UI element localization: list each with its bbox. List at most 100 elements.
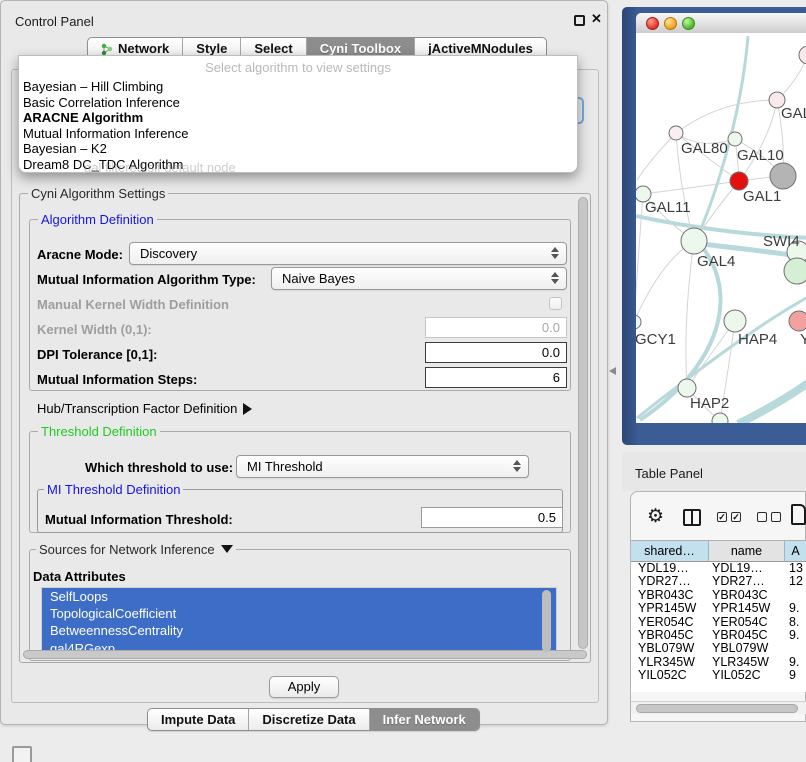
table-horizontal-scrollbar[interactable] xyxy=(631,701,806,714)
node-label-gal4: GAL4 xyxy=(697,253,735,270)
mi-steps-field[interactable]: 6 xyxy=(425,367,567,388)
tab-infer-network[interactable]: Infer Network xyxy=(370,709,479,730)
table-cell: YBR043C xyxy=(631,589,709,602)
network-edge[interactable] xyxy=(686,241,694,388)
node-label-y: Y xyxy=(800,331,806,348)
node-label-gal10: GAL10 xyxy=(737,147,784,164)
network-node[interactable] xyxy=(784,258,806,284)
network-edge[interactable] xyxy=(738,380,806,423)
document-icon[interactable] xyxy=(791,504,806,525)
column-header-name[interactable]: name xyxy=(709,540,785,562)
network-node-gal10[interactable] xyxy=(728,132,742,146)
network-node-gal4[interactable] xyxy=(681,228,707,254)
table-header-row: shared…nameA xyxy=(631,540,806,562)
data-attributes-list: SelfLoopsTopologicalCoefficientBetweenne… xyxy=(41,587,557,656)
network-edge[interactable] xyxy=(637,133,676,180)
table-row[interactable]: YDR27…YDR27…12 xyxy=(631,575,806,588)
table-row[interactable]: YPR145WYPR145W9. xyxy=(631,602,806,615)
network-node-y[interactable] xyxy=(789,311,806,331)
pane-divider-arrow-icon[interactable] xyxy=(609,367,616,375)
mac-minimize-button[interactable] xyxy=(664,17,677,30)
table-scrollbar-thumb[interactable] xyxy=(636,704,798,713)
network-node[interactable] xyxy=(712,413,728,423)
network-edge[interactable] xyxy=(739,100,777,181)
kernel-width-field[interactable]: 0.0 xyxy=(425,317,567,338)
dpi-tolerance-field[interactable]: 0.0 xyxy=(425,342,567,363)
table-panel-title: Table Panel xyxy=(635,466,703,481)
network-node-gal80[interactable] xyxy=(669,126,683,140)
select-all-columns-icon[interactable]: ✓ ✓ xyxy=(717,512,741,522)
table-cell: YLR345W xyxy=(709,656,785,669)
table-row[interactable]: YBR043CYBR043C xyxy=(631,589,806,602)
attribute-item-selfloops[interactable]: SelfLoops xyxy=(42,588,556,605)
network-node[interactable] xyxy=(770,163,796,189)
hub-factor-expander[interactable]: Hub/Transcription Factor Definition xyxy=(37,401,252,416)
network-edge[interactable] xyxy=(643,181,739,194)
node-label-gal11: GAL11 xyxy=(645,199,691,216)
apply-button[interactable]: Apply xyxy=(269,676,339,698)
attribute-list-scrollbar[interactable] xyxy=(542,590,551,652)
aracne-mode-combo[interactable]: Discovery xyxy=(129,242,567,265)
table-cell: YIL052C xyxy=(631,669,709,682)
network-node-hap4[interactable] xyxy=(724,310,746,332)
mac-zoom-button[interactable] xyxy=(682,17,695,30)
network-window-titlebar[interactable] xyxy=(636,13,806,34)
minimized-window-icon[interactable] xyxy=(12,746,32,762)
network-edge[interactable] xyxy=(676,100,777,133)
algorithm-option-basic-correlation-inference[interactable]: Basic Correlation Inference xyxy=(21,95,575,111)
column-header-a[interactable]: A xyxy=(785,540,806,562)
column-header-shared[interactable]: shared… xyxy=(631,540,709,562)
table-row[interactable]: YIL052CYIL052C9 xyxy=(631,669,806,682)
unchecked-box-icon xyxy=(757,512,767,522)
settings-horizontal-scrollbar[interactable] xyxy=(23,650,587,659)
network-canvas[interactable]: GALGAL80GAL10GAL1GAL11SWI4GAL4GCY1HAP4YH… xyxy=(636,33,806,423)
algorithm-option-bayesian-hill-climbing[interactable]: Bayesian – Hill Climbing xyxy=(21,79,575,95)
node-label-gal1: GAL1 xyxy=(743,188,781,205)
table-cell: 9. xyxy=(785,629,806,642)
manual-kernel-checkbox[interactable] xyxy=(549,297,562,310)
network-graph[interactable]: GALGAL80GAL10GAL1GAL11SWI4GAL4GCY1HAP4YH… xyxy=(636,33,806,423)
algorithm-option-dream8-dc-tdc-algorithm[interactable]: Dream8 DC_TDC Algorithm xyxy=(21,157,575,173)
table-row[interactable]: YBR045CYBR045C9. xyxy=(631,629,806,642)
network-node[interactable] xyxy=(799,46,806,64)
tab-jactivemnodules-label: jActiveMNodules xyxy=(428,41,533,56)
kernel-width-label: Kernel Width (0,1): xyxy=(37,322,152,337)
network-edge[interactable] xyxy=(636,194,643,322)
attribute-item-betweennesscentrality[interactable]: BetweennessCentrality xyxy=(42,622,556,639)
algorithm-option-mutual-information-inference[interactable]: Mutual Information Inference xyxy=(21,126,575,142)
network-edge[interactable] xyxy=(636,241,694,322)
mi-threshold-field[interactable]: 0.5 xyxy=(421,507,563,528)
table-cell: YPR145W xyxy=(631,602,709,615)
mi-threshold-group-title: MI Threshold Definition xyxy=(44,482,183,497)
network-edge[interactable] xyxy=(687,321,735,388)
table-cell: YIL052C xyxy=(709,669,785,682)
table-row[interactable]: YDL19…YDL19…13 xyxy=(631,562,806,575)
tab-discretize-data[interactable]: Discretize Data xyxy=(249,709,369,730)
sources-group-header[interactable]: Sources for Network Inference xyxy=(36,542,236,557)
split-columns-icon[interactable] xyxy=(683,509,701,526)
attribute-item-topologicalcoefficient[interactable]: TopologicalCoefficient xyxy=(42,605,556,622)
which-threshold-combo[interactable]: MI Threshold xyxy=(236,455,529,478)
table-cell: 12 xyxy=(785,575,806,588)
aracne-mode-label: Aracne Mode: xyxy=(37,247,123,262)
table-row[interactable]: YER054CYER054C8. xyxy=(631,616,806,629)
network-node-gcy1[interactable] xyxy=(636,315,641,329)
mac-close-button[interactable] xyxy=(646,17,659,30)
settings-vertical-scrollbar[interactable] xyxy=(578,197,588,649)
table-panel-titlebar: Table Panel xyxy=(622,452,806,491)
table-row[interactable]: YLR345WYLR345W9. xyxy=(631,656,806,669)
mi-type-combo[interactable]: Naive Bayes xyxy=(271,267,567,290)
table-cell: YLR345W xyxy=(631,656,709,669)
tab-style-label: Style xyxy=(196,41,227,56)
tab-discretize-data-label: Discretize Data xyxy=(262,712,355,727)
table-row[interactable]: YBL079WYBL079W xyxy=(631,642,806,655)
gear-icon[interactable]: ⚙ xyxy=(647,507,664,526)
close-window-icon[interactable]: ✕ xyxy=(591,11,602,27)
float-window-icon[interactable] xyxy=(574,15,585,26)
algorithm-option-aracne-algorithm[interactable]: ARACNE Algorithm xyxy=(21,110,575,126)
expander-down-arrow-icon xyxy=(221,545,233,553)
table-cell: YER054C xyxy=(709,616,785,629)
tab-impute-data[interactable]: Impute Data xyxy=(148,709,249,730)
deselect-all-columns-icon[interactable] xyxy=(757,512,781,522)
algorithm-option-bayesian-k2[interactable]: Bayesian – K2 xyxy=(21,141,575,157)
